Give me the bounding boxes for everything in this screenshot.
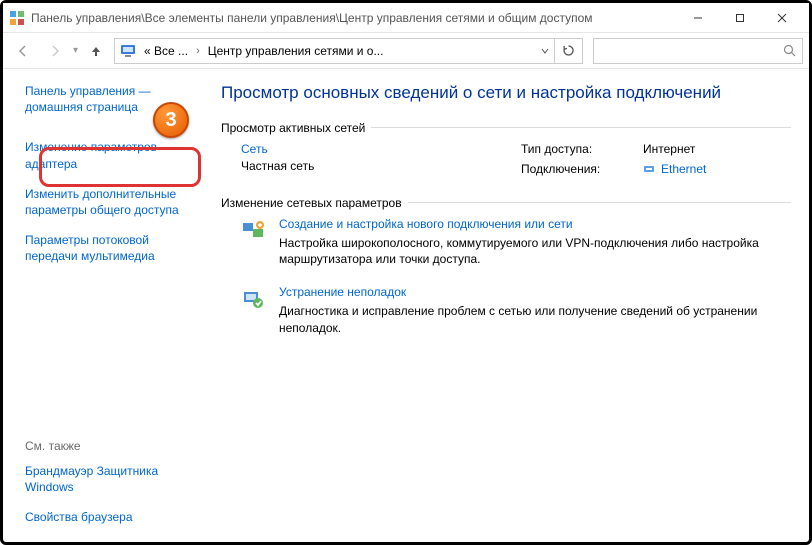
network-type-label: Частная сеть bbox=[241, 159, 521, 173]
sidebar-link-adapter-settings[interactable]: Изменение параметров адаптера bbox=[25, 135, 199, 175]
refresh-button[interactable] bbox=[554, 39, 582, 63]
see-also-label: См. также bbox=[25, 439, 199, 453]
sidebar-link-media-streaming[interactable]: Параметры потоковой передачи мультимедиа bbox=[25, 228, 199, 268]
search-input[interactable] bbox=[593, 38, 803, 64]
action-troubleshoot[interactable]: Устранение неполадок Диагностика и испра… bbox=[221, 285, 791, 335]
ethernet-icon bbox=[643, 163, 655, 175]
control-panel-icon bbox=[9, 10, 25, 26]
active-networks-section: Просмотр активных сетей Сеть Частная сет… bbox=[221, 121, 791, 176]
main-panel: Просмотр основных сведений о сети и наст… bbox=[213, 69, 809, 542]
action-title: Устранение неполадок bbox=[279, 285, 791, 299]
connection-name: Ethernet bbox=[661, 162, 706, 176]
change-settings-label: Изменение сетевых параметров bbox=[221, 196, 408, 210]
breadcrumb-separator-icon[interactable]: › bbox=[192, 45, 204, 57]
active-networks-label: Просмотр активных сетей bbox=[221, 121, 371, 135]
annotation-step-badge: 3 bbox=[153, 102, 189, 138]
action-desc: Настройка широкополосного, коммутируемог… bbox=[279, 235, 791, 267]
minimize-button[interactable] bbox=[677, 4, 719, 32]
window-title: Панель управления\Все элементы панели уп… bbox=[31, 11, 677, 25]
network-row: Сеть Частная сеть Тип доступа: Интернет … bbox=[221, 142, 791, 176]
maximize-button[interactable] bbox=[719, 4, 761, 32]
forward-button[interactable] bbox=[41, 37, 69, 65]
close-button[interactable] bbox=[761, 4, 803, 32]
breadcrumb-prefix[interactable]: « Все ... bbox=[140, 44, 192, 58]
connections-label: Подключения: bbox=[521, 162, 631, 176]
network-center-icon bbox=[118, 41, 138, 61]
back-button[interactable] bbox=[9, 37, 37, 65]
breadcrumb-current[interactable]: Центр управления сетями и о... bbox=[204, 44, 534, 58]
search-icon bbox=[783, 44, 796, 57]
sidebar-link-sharing-settings[interactable]: Изменить дополнительные параметры общего… bbox=[25, 182, 199, 222]
network-name-link[interactable]: Сеть bbox=[241, 142, 521, 156]
page-heading: Просмотр основных сведений о сети и наст… bbox=[221, 83, 791, 103]
address-bar[interactable]: « Все ... › Центр управления сетями и о.… bbox=[114, 38, 583, 64]
change-settings-section: Изменение сетевых параметров Создание и … bbox=[221, 196, 791, 336]
content-area: Панель управления — домашняя страница Из… bbox=[3, 69, 809, 542]
history-dropdown-icon[interactable]: ▾ bbox=[73, 45, 78, 56]
action-new-connection[interactable]: Создание и настройка нового подключения … bbox=[221, 217, 791, 267]
see-also-browser[interactable]: Свойства браузера bbox=[25, 505, 199, 529]
action-title: Создание и настройка нового подключения … bbox=[279, 217, 791, 231]
action-desc: Диагностика и исправление проблем с сеть… bbox=[279, 303, 791, 335]
toolbar: ▾ « Все ... › Центр управления сетями и … bbox=[3, 33, 809, 69]
up-button[interactable] bbox=[82, 37, 110, 65]
access-type-label: Тип доступа: bbox=[521, 142, 631, 156]
connection-ethernet-link[interactable]: Ethernet bbox=[643, 162, 706, 176]
window-titlebar: Панель управления\Все элементы панели уп… bbox=[3, 3, 809, 33]
address-dropdown-button[interactable] bbox=[534, 39, 554, 63]
troubleshoot-icon bbox=[241, 287, 265, 311]
see-also-firewall[interactable]: Брандмауэр Защитника Windows bbox=[25, 459, 199, 499]
sidebar: Панель управления — домашняя страница Из… bbox=[3, 69, 213, 542]
new-connection-icon bbox=[241, 219, 265, 243]
access-type-value: Интернет bbox=[643, 142, 706, 156]
